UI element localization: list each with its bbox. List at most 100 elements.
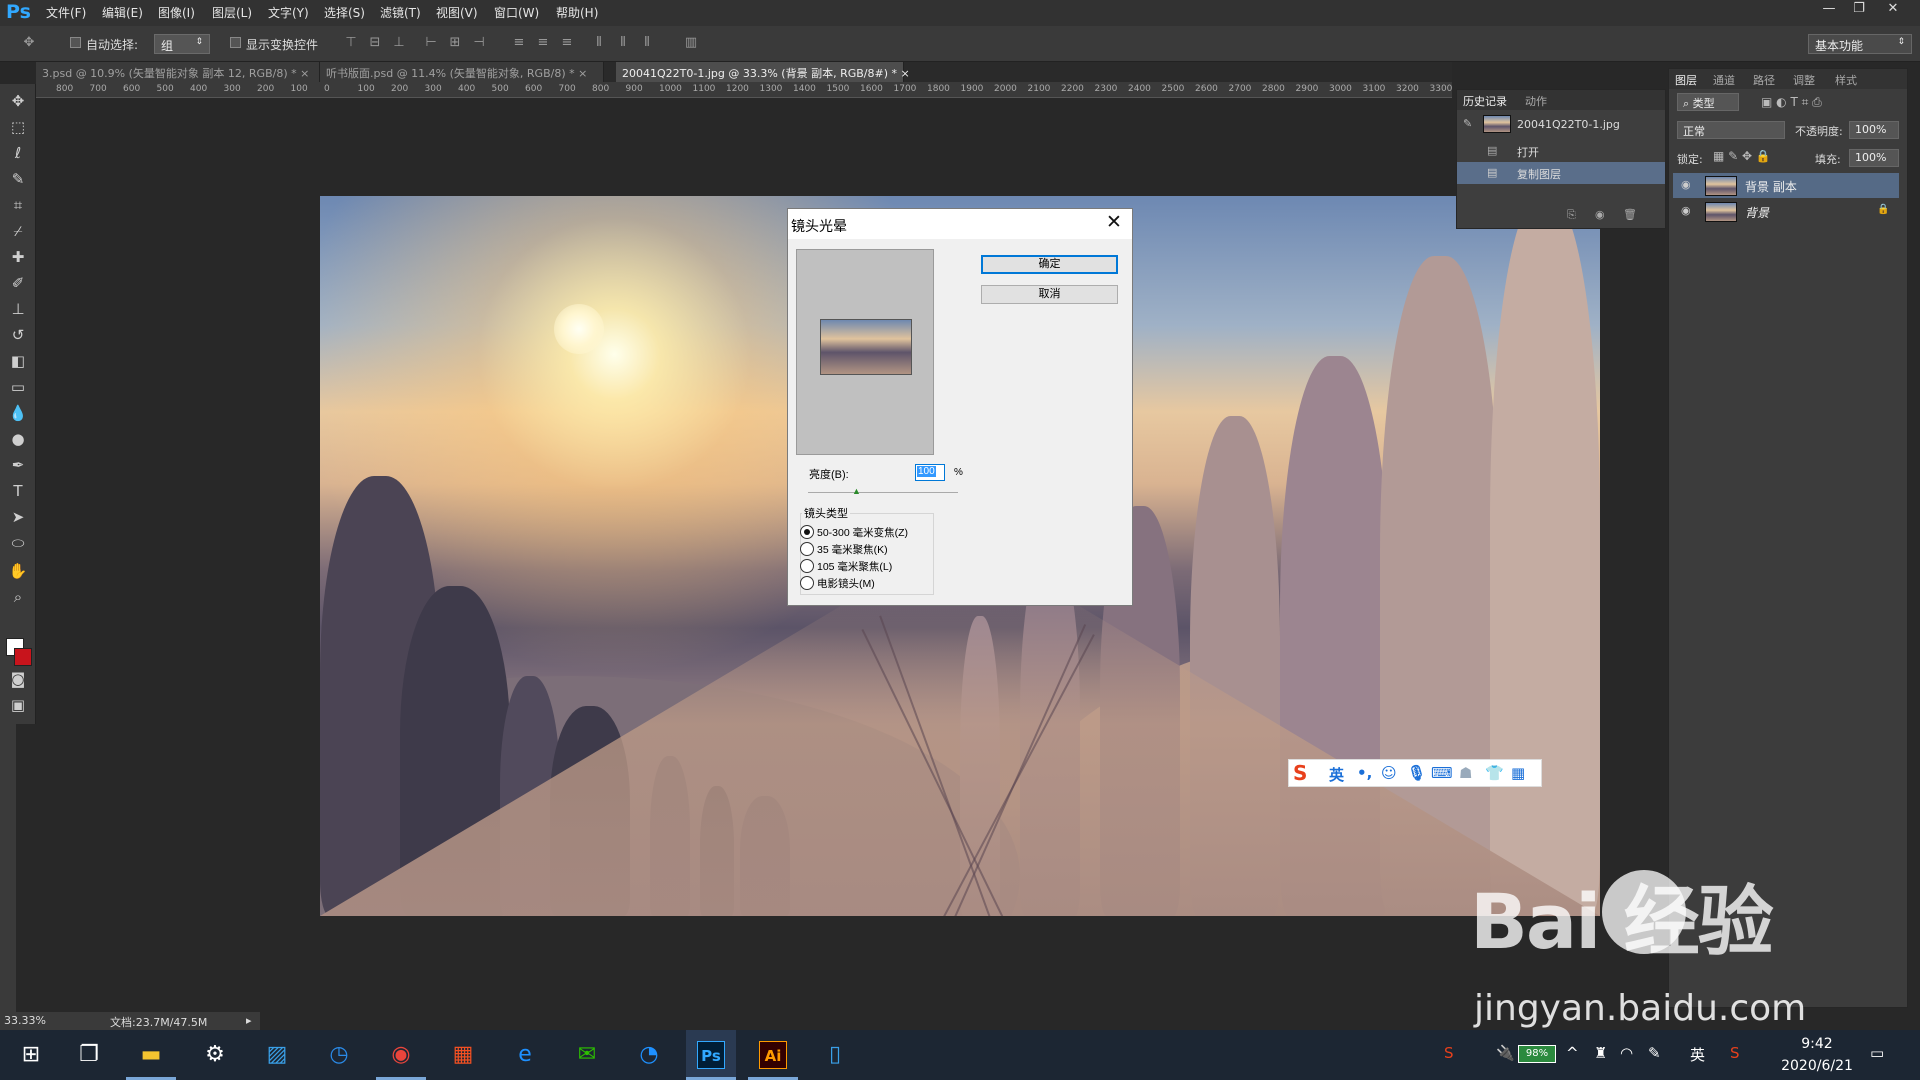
sogou-tray-icon[interactable]: S	[1730, 1044, 1740, 1062]
lasso-tool-icon[interactable]: ℓ	[6, 142, 30, 164]
history-snapshot[interactable]: ✎ 20041Q22T0-1.jpg	[1457, 112, 1665, 138]
auto-align-icon[interactable]: ▥	[684, 36, 698, 50]
visibility-eye-icon[interactable]: ◉	[1681, 204, 1691, 217]
distribute-hcenter-icon[interactable]: ⫴	[616, 36, 630, 50]
distribute-left-icon[interactable]: ⫴	[592, 36, 606, 50]
brightness-input[interactable]: 100	[915, 464, 945, 481]
history-brush-icon[interactable]: ↺	[6, 324, 30, 346]
tab-channels[interactable]: 通道	[1713, 72, 1735, 88]
wechat-icon[interactable]: ✉	[562, 1030, 612, 1080]
eyedropper-tool-icon[interactable]: ⌿	[6, 220, 30, 242]
keyboard-icon[interactable]: ⌨	[1431, 764, 1453, 782]
start-icon[interactable]: ⊞	[6, 1030, 56, 1080]
task-view-icon[interactable]: ❐	[64, 1030, 114, 1080]
tab-document-2[interactable]: 听书版面.psd @ 11.4% (矢量智能对象, RGB/8) * ×	[320, 62, 604, 82]
lens-radio-zoom[interactable]	[800, 525, 814, 539]
sogou-tray-icon[interactable]: S	[1444, 1044, 1454, 1062]
background-color-swatch[interactable]	[14, 648, 32, 666]
lens-radio-movie[interactable]	[800, 576, 814, 590]
quick-mask-icon[interactable]: ◙	[6, 668, 30, 690]
skin-icon[interactable]: 👕	[1485, 764, 1504, 782]
menu-filter[interactable]: 滤镜(T)	[380, 4, 421, 21]
chrome-icon[interactable]: ◉	[376, 1030, 426, 1080]
microphone-icon[interactable]: 🎙	[1407, 764, 1426, 782]
cancel-button[interactable]: 取消	[981, 285, 1118, 304]
layer-filter-dropdown[interactable]: ⌕ 类型	[1677, 93, 1739, 111]
notification-icon[interactable]: ▭	[1870, 1044, 1884, 1062]
align-right-icon[interactable]: ⊣	[472, 36, 486, 50]
tab-document-3[interactable]: 20041Q22T0-1.jpg @ 33.3% (背景 副本, RGB/8#)…	[616, 62, 910, 82]
file-explorer-icon[interactable]: ▬	[126, 1030, 176, 1080]
preview-thumbnail[interactable]	[820, 319, 912, 375]
align-top-icon[interactable]: ⊤	[344, 36, 358, 50]
menu-type[interactable]: 文字(Y)	[268, 4, 309, 21]
distribute-right-icon[interactable]: ⫴	[640, 36, 654, 50]
lens-radio-35mm[interactable]	[800, 542, 814, 556]
crop-tool-icon[interactable]: ⌗	[6, 194, 30, 216]
eraser-tool-icon[interactable]: ◧	[6, 350, 30, 372]
type-tool-icon[interactable]: T	[6, 480, 30, 502]
new-document-from-state-icon[interactable]: ⎘	[1567, 208, 1576, 222]
tab-paths[interactable]: 路径	[1753, 72, 1775, 88]
restore-button[interactable]: ❐	[1844, 0, 1874, 20]
status-menu-arrow-icon[interactable]: ▸	[246, 1014, 252, 1027]
tab-history[interactable]: 历史记录	[1463, 93, 1507, 109]
menu-edit[interactable]: 编辑(E)	[102, 4, 143, 21]
flare-preview[interactable]	[796, 249, 934, 455]
menu-file[interactable]: 文件(F)	[46, 4, 86, 21]
menu-image[interactable]: 图像(I)	[158, 4, 195, 21]
ok-button[interactable]: 确定	[981, 255, 1118, 274]
fill-input[interactable]: 100%	[1849, 149, 1899, 167]
clock-time[interactable]: 9:42	[1782, 1036, 1852, 1052]
toolbox-icon[interactable]: ▦	[1511, 764, 1525, 782]
menu-help[interactable]: 帮助(H)	[556, 4, 598, 21]
tab-actions[interactable]: 动作	[1525, 93, 1547, 109]
ime-language[interactable]: 英	[1329, 764, 1344, 785]
close-window-button[interactable]: ✕	[1878, 0, 1908, 20]
visibility-eye-icon[interactable]: ◉	[1681, 178, 1691, 191]
menu-view[interactable]: 视图(V)	[436, 4, 478, 21]
healing-brush-icon[interactable]: ✚	[6, 246, 30, 268]
zoom-tool-icon[interactable]: ⌕	[6, 586, 30, 608]
tray-expand-icon[interactable]: ^	[1566, 1044, 1579, 1062]
illustrator-taskbar-button[interactable]: Ai	[748, 1030, 798, 1080]
gradient-tool-icon[interactable]: ▭	[6, 376, 30, 398]
tab-document-1[interactable]: 3.psd @ 10.9% (矢量智能对象 副本 12, RGB/8) * ×	[36, 62, 320, 82]
clock-app-icon[interactable]: ◷	[314, 1030, 364, 1080]
blend-mode-dropdown[interactable]: 正常	[1677, 121, 1785, 139]
distribute-vcenter-icon[interactable]: ≡	[536, 36, 550, 50]
close-icon[interactable]: ×	[300, 67, 309, 80]
brightness-slider[interactable]	[808, 492, 958, 493]
align-bottom-icon[interactable]: ⊥	[392, 36, 406, 50]
dodge-tool-icon[interactable]: ●	[6, 428, 30, 450]
layer-row-background[interactable]: ◉ 背景 🔒	[1673, 199, 1899, 224]
move-tool-icon[interactable]: ✥	[6, 90, 30, 112]
history-item-open[interactable]: ▤ 打开	[1457, 140, 1665, 162]
battery-indicator[interactable]: 98%	[1518, 1045, 1556, 1063]
layer-row-background-copy[interactable]: ◉ 背景 副本	[1673, 173, 1899, 198]
dialog-close-icon[interactable]: ✕	[1101, 212, 1127, 236]
minimize-button[interactable]: —	[1814, 0, 1844, 20]
layer-filter-icons[interactable]: ▣ ◐ T ⌗ ⎙	[1761, 95, 1822, 110]
tray-app-icon[interactable]: ♜	[1594, 1044, 1607, 1062]
lens-radio-105mm[interactable]	[800, 559, 814, 573]
move-tool-icon[interactable]: ✥	[22, 36, 36, 50]
camera-icon[interactable]: ◉	[1595, 208, 1605, 221]
pen-tool-icon[interactable]: ✒	[6, 454, 30, 476]
hand-tool-icon[interactable]: ✋	[6, 560, 30, 582]
phone-icon[interactable]: ▯	[810, 1030, 860, 1080]
quick-select-tool-icon[interactable]: ✎	[6, 168, 30, 190]
punctuation-icon[interactable]: •,	[1357, 764, 1372, 782]
power-plug-icon[interactable]: 🔌	[1496, 1044, 1515, 1062]
tab-layers[interactable]: 图层	[1675, 72, 1697, 88]
ime-tray-language[interactable]: 英	[1690, 1044, 1705, 1065]
opacity-input[interactable]: 100%	[1849, 121, 1899, 139]
align-left-icon[interactable]: ⊢	[424, 36, 438, 50]
distribute-top-icon[interactable]: ≡	[512, 36, 526, 50]
tab-adjustments[interactable]: 调整	[1793, 72, 1815, 88]
menu-select[interactable]: 选择(S)	[324, 4, 365, 21]
clone-stamp-icon[interactable]: ⊥	[6, 298, 30, 320]
close-icon[interactable]: ×	[578, 67, 587, 80]
settings-icon[interactable]: ⚙	[190, 1030, 240, 1080]
zoom-level[interactable]: 33.33%	[4, 1014, 46, 1027]
